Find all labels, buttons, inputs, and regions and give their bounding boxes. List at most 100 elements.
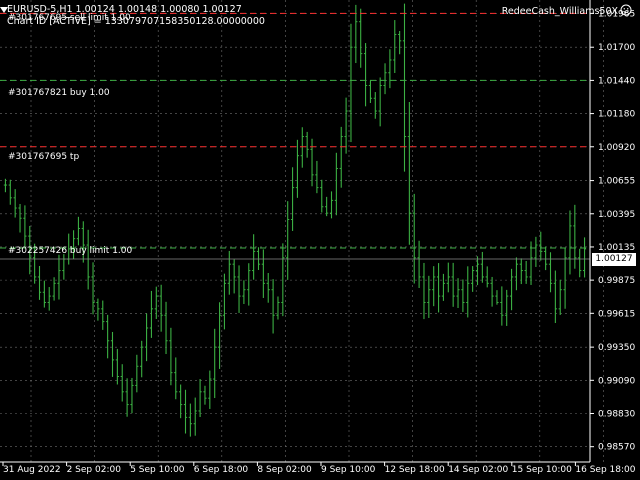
ohlc-bar (57, 254, 61, 300)
ohlc-bar (213, 328, 217, 399)
price-bars (3, 3, 587, 437)
ohlc-bar (91, 262, 95, 315)
ohlc-bar (373, 92, 377, 119)
ohlc-bar (13, 189, 17, 218)
ohlc-bar (140, 340, 144, 378)
x-tick-label: 2 Sep 02:00 (67, 465, 122, 475)
ohlc-bar (461, 279, 465, 312)
ohlc-bar (422, 262, 426, 320)
ohlc-bar (514, 257, 519, 291)
ohlc-bar (339, 126, 343, 188)
ohlc-bar (568, 210, 572, 275)
ohlc-bar (325, 196, 329, 217)
ohlc-bar (553, 270, 557, 324)
ohlc-bar (485, 266, 489, 288)
account-name: RedeeCash_Williams50X (501, 6, 618, 17)
ohlc-bar (8, 179, 12, 205)
ohlc-bar (344, 97, 348, 154)
ohlc-bar (281, 243, 285, 317)
ohlc-bar (232, 259, 236, 294)
ohlc-bar (227, 250, 231, 295)
smiley-icon[interactable] (620, 4, 632, 16)
ohlc-bar (451, 262, 455, 307)
ohlc-bar (480, 251, 484, 283)
ohlc-bar (441, 273, 446, 301)
ohlc-bar (407, 102, 411, 245)
y-tick-label: 1.00135 (598, 243, 635, 253)
ohlc-bar (427, 275, 431, 318)
ohlc-bar (329, 191, 334, 219)
ohlc-bar (203, 385, 207, 405)
y-tick-label: 1.00920 (598, 143, 635, 153)
ohlc-bar (62, 254, 66, 280)
ohlc-bar (193, 397, 197, 436)
ohlc-bar (252, 234, 256, 280)
order-label-buy-limit[interactable]: #302257426 buy limit 1.00 (8, 246, 132, 256)
ohlc-bar (42, 280, 46, 308)
x-tick-label: 15 Sep 10:00 (512, 465, 572, 475)
chart-window[interactable]: 1.01965 1.01700 1.01440 1.01180 1.00920 1.006… (0, 0, 640, 480)
ohlc-bar (359, 8, 363, 68)
ohlc-bar (466, 266, 470, 318)
ohlc-bar (471, 266, 475, 292)
ohlc-bar (261, 249, 265, 298)
ohlc-bar (110, 331, 115, 377)
y-tick-label: 1.00655 (598, 177, 635, 187)
ohlc-bar (135, 354, 139, 393)
ohlc-bar (130, 377, 134, 414)
ohlc-bar (188, 403, 192, 437)
ohlc-bar (334, 152, 338, 216)
ohlc-bar (315, 160, 319, 194)
ohlc-bar (208, 370, 212, 409)
ohlc-bar (179, 384, 183, 419)
ohlc-bar (86, 229, 90, 290)
ohlc-bar (446, 262, 450, 293)
ohlc-bar (378, 77, 382, 127)
x-tick-label: 6 Sep 18:00 (194, 465, 249, 475)
order-label-tp[interactable]: #301767695 tp (8, 152, 79, 162)
ohlc-bar (106, 314, 110, 359)
x-tick-label: 5 Sep 10:00 (130, 465, 185, 475)
ohlc-bar (290, 167, 295, 231)
ohlc-bar (198, 378, 202, 418)
y-tick-label: 0.98570 (598, 443, 635, 453)
order-label-buy[interactable]: #301767821 buy 1.00 (8, 88, 110, 98)
ohlc-bar (96, 298, 100, 321)
ohlc-bar (37, 265, 42, 300)
ohlc-bar (144, 313, 149, 362)
ohlc-bar (436, 263, 441, 313)
ohlc-bar (276, 296, 280, 320)
ohlc-bar (456, 278, 460, 308)
ohlc-bar (164, 301, 168, 355)
ohlc-bar (432, 266, 436, 307)
ohlc-bar (563, 247, 567, 309)
current-price-tag: 1.00127 (592, 253, 636, 266)
ohlc-bar (183, 389, 188, 434)
ohlc-bar (169, 327, 173, 386)
ohlc-bar (534, 236, 538, 267)
ohlc-bar (320, 179, 324, 213)
y-tick-label: 0.99090 (598, 376, 635, 386)
order-label-sell-limit[interactable]: #301767695 sell limit 1.00 (8, 13, 131, 23)
ohlc-bar (305, 131, 309, 158)
ohlc-bar (266, 272, 270, 303)
y-tick-label: 1.01440 (598, 76, 635, 86)
ohlc-bar (368, 80, 373, 103)
price-chart[interactable]: 1.019651.017001.014401.011801.009201.006… (0, 0, 640, 480)
ohlc-bar (101, 300, 105, 330)
ohlc-bar (349, 23, 353, 143)
ohlc-bar (222, 273, 227, 330)
ohlc-bar (159, 284, 163, 332)
y-tick-label: 0.99615 (598, 309, 635, 319)
x-tick-label: 16 Sep 18:00 (575, 465, 635, 475)
ohlc-bar (490, 276, 494, 307)
y-tick-label: 1.00395 (598, 210, 635, 220)
ohlc-bar (47, 287, 51, 311)
ohlc-bar (544, 246, 548, 271)
ohlc-bar (286, 201, 290, 280)
ohlc-bar (149, 290, 154, 338)
x-tick-label: 12 Sep 18:00 (385, 465, 445, 475)
ohlc-bar (52, 277, 56, 301)
y-axis-ticks: 1.019651.017001.014401.011801.009201.006… (590, 9, 635, 453)
ohlc-bar (548, 252, 553, 293)
